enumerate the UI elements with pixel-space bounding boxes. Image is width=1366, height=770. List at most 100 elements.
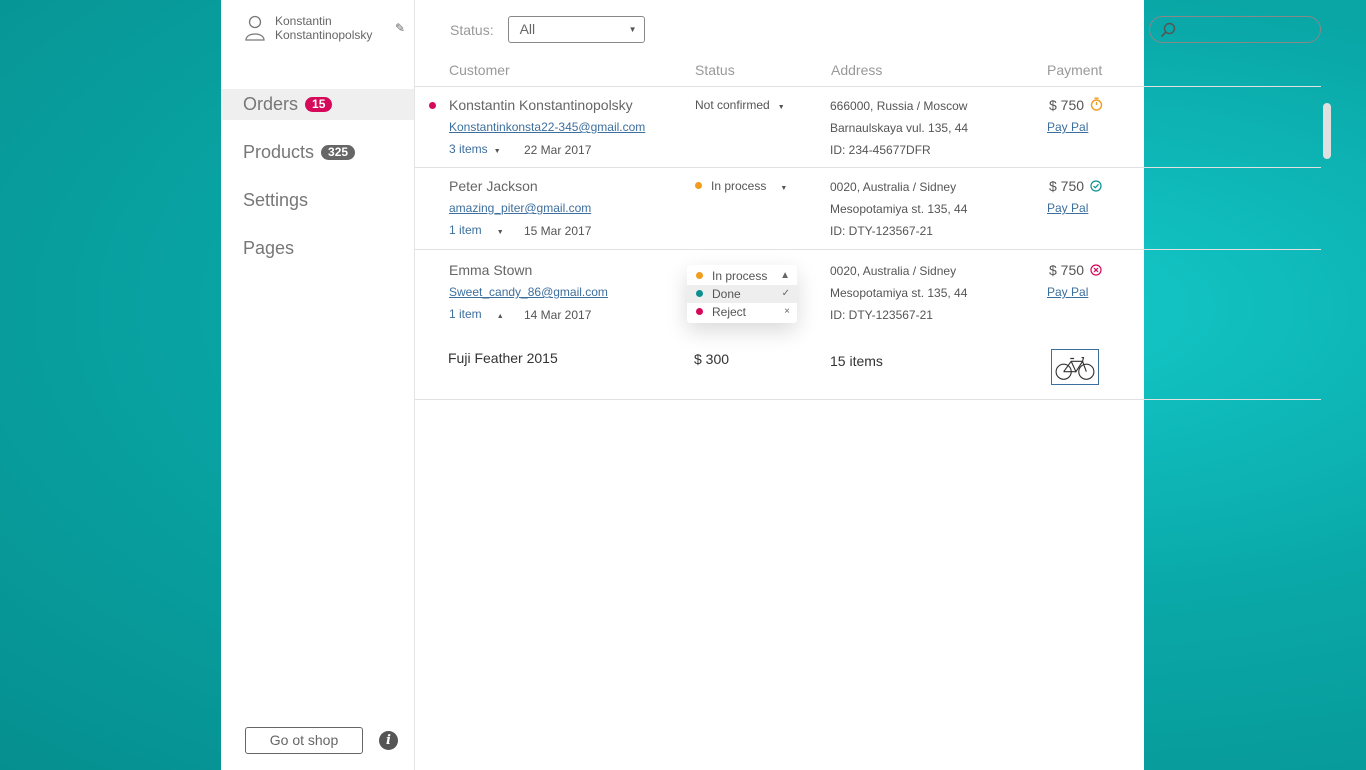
payment-method-link[interactable]: Pay Pal [1047,285,1088,299]
order-id: ID: DTY-123567-21 [830,224,933,238]
order-id: ID: DTY-123567-21 [830,308,933,322]
items-toggle[interactable]: 3 items ▼ [449,142,501,156]
customer-name: Peter Jackson [449,178,538,194]
option-label: Done [712,287,741,301]
payment-amount: $ 750 [1049,97,1103,113]
column-customer: Customer [449,62,510,78]
timer-icon [1090,97,1103,111]
x-circle-icon [1090,264,1102,276]
address-line-1: 0020, Australia / Sidney [830,264,957,278]
check-circle-icon [1090,180,1102,192]
chevron-down-icon: ▼ [493,148,501,155]
table-row[interactable]: Konstantin Konstantinopolsky Konstantink… [415,86,1321,168]
status-dot [696,272,703,279]
column-status: Status [695,62,735,78]
status-option-in-process[interactable]: In process ▲ [687,267,797,285]
status-dot [696,308,703,315]
chevron-up-icon: ▲ [780,270,790,281]
address-block: 666000, Russia / Moscow Barnaulskaya vul… [830,95,968,161]
pencil-icon[interactable]: ✎ [395,21,405,35]
user-icon [245,15,265,41]
customer-email[interactable]: Sweet_candy_86@gmail.com [449,285,608,299]
column-payment: Payment [1047,62,1103,78]
status-filter-value: All [519,21,536,37]
amount-value: $ 750 [1049,97,1085,113]
amount-value: $ 750 [1049,262,1085,278]
status-dot [695,182,702,189]
items-count: 1 item [449,307,482,321]
unread-indicator [429,102,436,109]
sidebar-nav: Orders 15 Products 325 Settings Pages [221,89,414,281]
option-label: Reject [712,305,747,319]
go-to-shop-button[interactable]: Go ot shop [245,727,363,754]
app-window: Konstantin Konstantinopolsky ✎ Orders 15… [221,0,1331,770]
items-count: 1 item [449,223,482,237]
items-toggle[interactable]: 1 item ▼ [449,223,504,237]
sidebar-item-label: Settings [243,190,309,210]
customer-email[interactable]: amazing_piter@gmail.com [449,201,591,215]
product-name: Fuji Feather 2015 [448,350,558,366]
address-line-2: Mesopotamiya st. 135, 44 [830,202,968,216]
orders-panel: Status: All ▼ Customer Status Address Pa… [415,0,1331,770]
info-icon[interactable]: i [379,731,398,750]
payment-amount: $ 750 [1049,262,1102,278]
order-id: ID: 234-45677DFR [830,143,931,157]
sidebar-item-settings[interactable]: Settings [221,185,414,216]
address-line-1: 666000, Russia / Moscow [830,99,968,113]
items-toggle[interactable]: 1 item ▲ [449,307,504,321]
address-line-1: 0020, Australia / Sidney [830,180,957,194]
status-filter: Status: All ▼ [450,16,645,43]
scrollbar-thumb[interactable] [1323,103,1331,159]
status-option-reject[interactable]: Reject × [687,303,797,321]
user-name: Konstantin Konstantinopolsky [275,14,373,42]
products-count-badge: 325 [321,145,356,160]
order-date: 22 Mar 2017 [524,143,592,157]
check-icon: ✓ [781,288,790,299]
payment-amount: $ 750 [1049,178,1102,194]
product-price: $ 300 [694,351,730,367]
sidebar-item-orders[interactable]: Orders 15 [221,89,414,120]
status-filter-select[interactable]: All ▼ [507,16,645,43]
order-date: 14 Mar 2017 [524,308,592,322]
items-count: 3 items [449,142,488,156]
address-block: 0020, Australia / Sidney Mesopotamiya st… [830,176,967,242]
status-dropdown[interactable]: In process ▼ [695,179,787,193]
status-label: In process [711,179,767,193]
status-label: Not confirmed [695,98,770,112]
status-dropdown-menu: In process ▲ Done ✓ Reject × [687,265,797,323]
sidebar-item-label: Products [243,142,315,162]
chevron-down-icon: ▼ [780,185,788,192]
chevron-up-icon: ▲ [496,313,504,320]
column-address: Address [831,62,883,78]
search-input[interactable] [1149,16,1321,43]
close-icon: × [784,306,790,317]
customer-name: Emma Stown [449,262,533,278]
chevron-down-icon: ▼ [496,229,504,236]
product-quantity: 15 items [830,353,883,369]
amount-value: $ 750 [1049,178,1085,194]
address-line-2: Barnaulskaya vul. 135, 44 [830,121,969,135]
table-row[interactable]: Peter Jackson amazing_piter@gmail.com 1 … [415,168,1321,250]
order-date: 15 Mar 2017 [524,224,592,238]
sidebar-item-label: Pages [243,238,295,258]
sidebar-item-pages[interactable]: Pages [221,233,414,264]
sidebar: Konstantin Konstantinopolsky ✎ Orders 15… [221,0,415,770]
orders-count-badge: 15 [305,97,333,112]
status-filter-label: Status: [450,21,494,38]
status-dropdown[interactable]: Not confirmed ▼ [695,98,785,112]
customer-email[interactable]: Konstantinkonsta22-345@gmail.com [449,120,645,134]
chevron-down-icon: ▼ [777,104,785,111]
status-option-done[interactable]: Done ✓ [687,285,797,303]
customer-name: Konstantin Konstantinopolsky [449,97,633,113]
table-row-expanded[interactable]: Emma Stown Sweet_candy_86@gmail.com 1 it… [415,250,1321,400]
address-block: 0020, Australia / Sidney Mesopotamiya st… [830,260,967,326]
status-dot [696,290,703,297]
user-profile: Konstantin Konstantinopolsky ✎ [245,14,405,42]
search-icon [1160,22,1176,38]
sidebar-item-products[interactable]: Products 325 [221,137,414,168]
bicycle-thumbnail[interactable] [1051,349,1099,385]
payment-method-link[interactable]: Pay Pal [1047,201,1088,215]
chevron-down-icon: ▼ [628,25,637,34]
address-line-2: Mesopotamiya st. 135, 44 [830,286,968,300]
payment-method-link[interactable]: Pay Pal [1047,120,1088,134]
